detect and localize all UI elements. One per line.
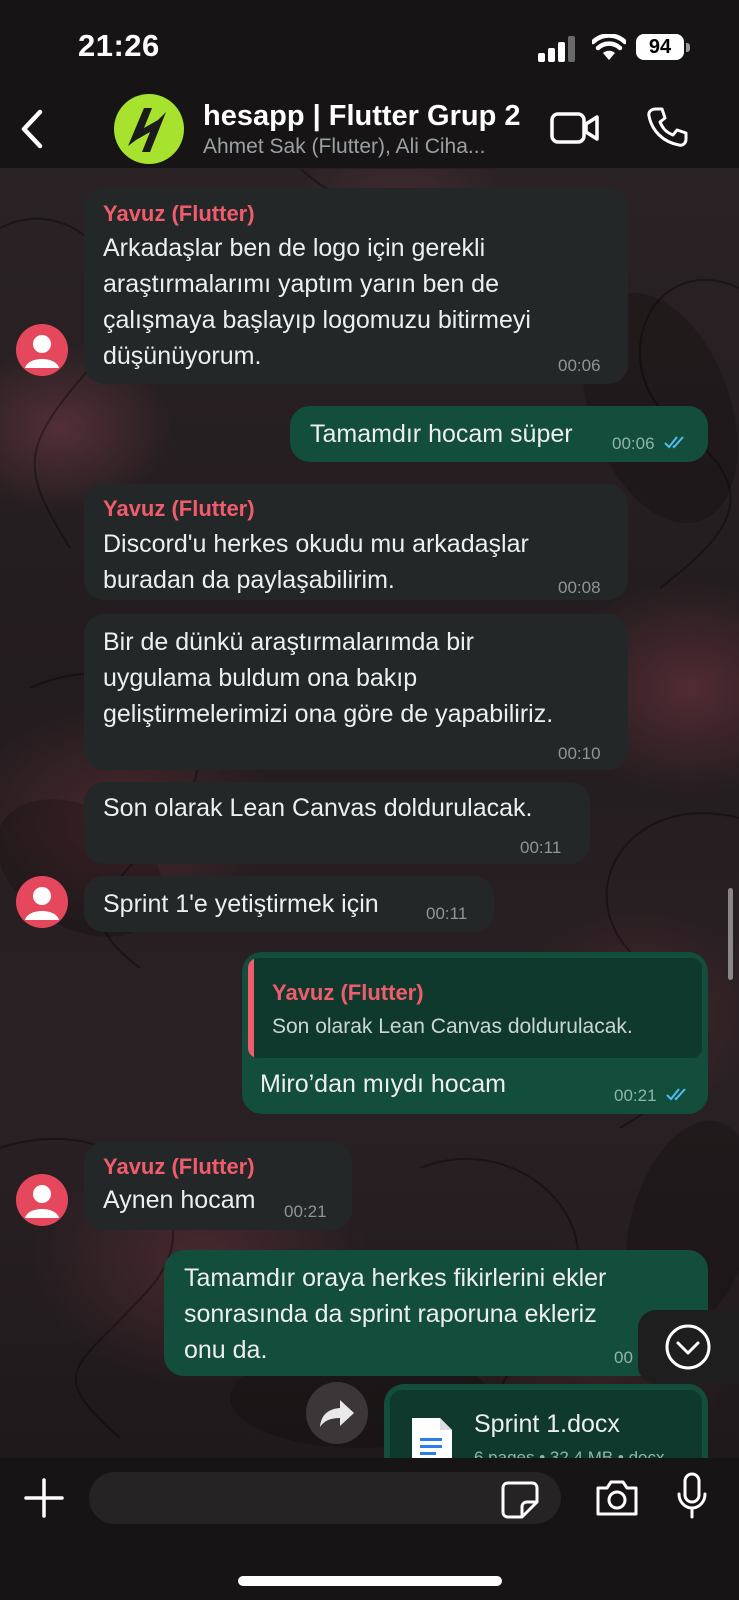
- message-time: 00:21: [614, 1086, 657, 1105]
- quote-accent-bar: [248, 958, 254, 1058]
- reply-message-bubble[interactable]: Yavuz (Flutter) Son olarak Lean Canvas d…: [242, 952, 708, 1114]
- message-time: 00:11: [426, 904, 468, 923]
- message-line: buradan da paylaşabilirim.: [103, 566, 395, 594]
- message-line: Tamamdır oraya herkes fikirlerini ekler: [184, 1264, 607, 1292]
- message-line: Sprint 1'e yetiştirmek için: [103, 890, 379, 918]
- message-time: 00:06: [612, 434, 655, 453]
- home-indicator: [238, 1576, 502, 1586]
- message-composer: [0, 1458, 739, 1600]
- message-line: geliştirmelerimizi ona göre de yapabilir…: [103, 700, 554, 728]
- battery-icon: 94: [636, 34, 692, 62]
- scroll-to-bottom-button[interactable]: [638, 1310, 739, 1384]
- chevron-left-icon[interactable]: [14, 106, 50, 152]
- message-bubble[interactable]: Yavuz (Flutter) Aynen hocam 00:21: [84, 1142, 352, 1230]
- message-sender: Yavuz (Flutter): [103, 496, 255, 521]
- forward-arrow-icon: [320, 1400, 354, 1427]
- message-line: Discord'u herkes okudu mu arkadaşlar: [103, 530, 529, 558]
- message-bubble[interactable]: Sprint 1'e yetiştirmek için 00:11: [84, 876, 494, 932]
- quoted-message[interactable]: Yavuz (Flutter) Son olarak Lean Canvas d…: [248, 958, 702, 1058]
- message-line: uygulama buldum ona bakıp: [103, 664, 418, 692]
- double-check-icon: [666, 1088, 686, 1101]
- forward-button[interactable]: [306, 1382, 368, 1444]
- message-bubble[interactable]: Tamamdır hocam süper 00:06: [290, 406, 708, 462]
- message-time: 00:06: [558, 356, 601, 375]
- message-bubble[interactable]: Yavuz (Flutter) Discord'u herkes okudu m…: [84, 484, 628, 600]
- status-time: 21:26: [78, 28, 160, 63]
- camera-icon[interactable]: [594, 1478, 640, 1518]
- cellular-signal-icon: [538, 36, 575, 62]
- video-camera-icon[interactable]: [550, 110, 600, 146]
- chevron-down-icon: [665, 1324, 711, 1370]
- chat-title[interactable]: hesapp | Flutter Grup 2: [203, 100, 521, 133]
- sender-avatar[interactable]: [16, 324, 68, 376]
- battery-tip: [686, 43, 690, 52]
- message-line: Son olarak Lean Canvas doldurulacak.: [103, 794, 533, 822]
- message-line: Bir de dünkü araştırmalarımda bir: [103, 628, 474, 656]
- wifi-icon: [592, 34, 626, 60]
- message-line: Tamamdır hocam süper: [310, 420, 573, 448]
- person-icon: [25, 887, 59, 920]
- microphone-icon[interactable]: [676, 1472, 708, 1520]
- message-time: 00:21: [284, 1202, 327, 1221]
- message-line: araştırmalarımı yaptım yarın ben de: [103, 270, 499, 298]
- status-bar: 21:26 94: [0, 0, 739, 92]
- double-check-icon: [664, 436, 684, 449]
- message-line: çalışmaya başlayıp logomuzu bitirmeyi: [103, 306, 531, 334]
- group-avatar[interactable]: [114, 94, 184, 164]
- person-icon: [25, 335, 59, 368]
- message-sender: Yavuz (Flutter): [103, 1154, 255, 1179]
- plus-icon[interactable]: [22, 1476, 66, 1520]
- quoted-text: Son olarak Lean Canvas doldurulacak.: [272, 1015, 633, 1038]
- message-line: Miro’dan mıydı hocam: [260, 1070, 506, 1098]
- scrollbar[interactable]: [728, 888, 733, 980]
- message-line: onu da.: [184, 1336, 268, 1364]
- chat-participants[interactable]: Ahmet Sak (Flutter), Ali Ciha...: [203, 135, 485, 159]
- message-bubble[interactable]: Yavuz (Flutter) Arkadaşlar ben de logo i…: [84, 188, 628, 384]
- message-time: 00:11: [520, 838, 562, 857]
- document-name: Sprint 1.docx: [474, 1410, 620, 1438]
- person-icon: [25, 1185, 59, 1218]
- message-line: Aynen hocam: [103, 1186, 256, 1214]
- message-line: sonrasında da sprint raporuna ekleriz: [184, 1300, 597, 1328]
- hesapp-logo-icon: [128, 108, 166, 152]
- message-bubble[interactable]: Tamamdır oraya herkes fikirlerini ekler …: [164, 1250, 708, 1376]
- sender-avatar[interactable]: [16, 1174, 68, 1226]
- message-bubble[interactable]: Son olarak Lean Canvas doldurulacak. 00:…: [84, 782, 590, 864]
- chat-header: hesapp | Flutter Grup 2 Ahmet Sak (Flutt…: [0, 92, 739, 169]
- message-line: düşünüyorum.: [103, 342, 262, 370]
- message-line: Arkadaşlar ben de logo için gerekli: [103, 234, 486, 262]
- message-time: 00: [614, 1348, 633, 1367]
- message-time: 00:08: [558, 578, 601, 597]
- quoted-sender: Yavuz (Flutter): [272, 980, 424, 1005]
- message-bubble[interactable]: Bir de dünkü araştırmalarımda bir uygula…: [84, 614, 628, 770]
- message-time: 00:10: [558, 744, 601, 763]
- message-sender: Yavuz (Flutter): [103, 201, 255, 226]
- phone-icon[interactable]: [646, 106, 688, 148]
- battery-level: 94: [636, 34, 684, 60]
- sender-avatar[interactable]: [16, 876, 68, 928]
- message-input[interactable]: [89, 1472, 561, 1524]
- sticker-icon[interactable]: [500, 1480, 540, 1520]
